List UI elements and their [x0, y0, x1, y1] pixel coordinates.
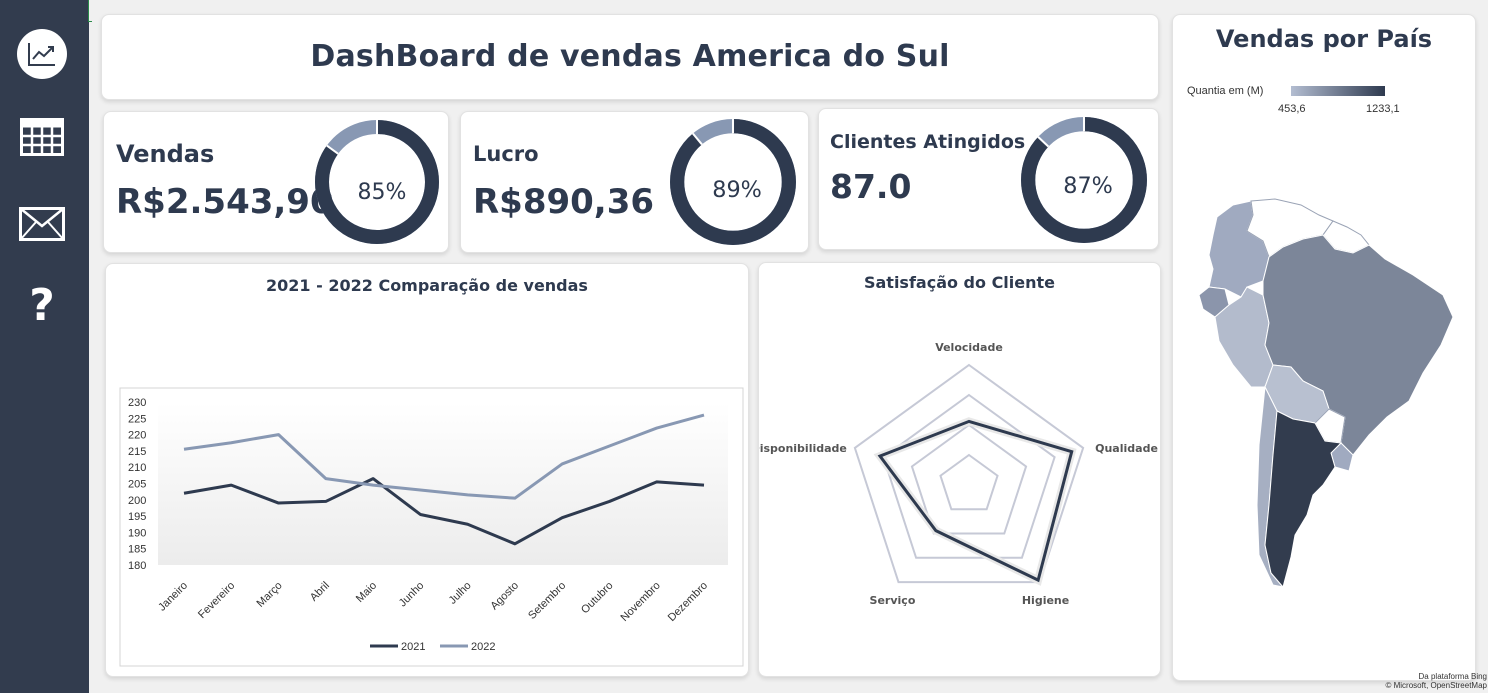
kpi-donut: 89%: [670, 119, 796, 245]
y-tick-label: 185: [128, 544, 146, 556]
radar-axis-label: Higiene: [1022, 594, 1069, 607]
sales-by-country-card: Vendas por País Quantia em (M) 453,6 123…: [1172, 14, 1487, 690]
map-legend-gradient: [1291, 86, 1385, 96]
table-icon: [20, 118, 64, 156]
y-tick-label: 180: [128, 560, 146, 572]
y-tick-label: 215: [128, 446, 146, 458]
map-attribution: Da plataforma Bing © Microsoft, OpenStre…: [1386, 672, 1488, 690]
plot-area: [158, 402, 728, 565]
legend-label: 2022: [471, 641, 495, 653]
y-tick-label: 190: [128, 527, 146, 539]
legend-label: 2021: [401, 641, 425, 653]
radar-axis-label: Serviço: [870, 594, 916, 607]
kpi-card-vendas: Vendas R$2.543,90 85%: [103, 111, 449, 253]
radar-axis-label: Disponibilidade: [759, 442, 847, 455]
y-tick-label: 195: [128, 511, 146, 523]
mail-icon: [19, 207, 65, 241]
map-attribution-line2: © Microsoft, OpenStreetMap: [1385, 681, 1488, 690]
header-card: DashBoard de vendas America do Sul: [101, 14, 1159, 100]
kpi-donut: 87%: [1021, 117, 1147, 243]
kpi-value: 87.0: [830, 167, 912, 206]
map-legend-label: Quantia em (M): [1187, 85, 1264, 97]
sidebar: ?: [0, 0, 92, 693]
y-tick-label: 230: [128, 397, 146, 409]
radar-grid-ring: [939, 453, 999, 511]
y-tick-label: 225: [128, 413, 146, 425]
kpi-percent: 89%: [712, 177, 762, 203]
kpi-label: Clientes Atingidos: [830, 131, 1026, 153]
radar-axis-label: Velocidade: [935, 341, 1003, 354]
cell-selection-marker: [88, 0, 92, 22]
kpi-card-lucro: Lucro R$890,36 89%: [460, 111, 809, 253]
chart-icon: [17, 29, 67, 79]
kpi-percent: 87%: [1063, 173, 1113, 199]
radar-chart: Velocidade Qualidade Higiene Serviço Disponi…: [759, 341, 1158, 607]
south-america-map[interactable]: [1173, 195, 1477, 615]
map-legend-max: 1233,1: [1366, 103, 1400, 115]
y-tick-label: 210: [128, 462, 146, 474]
nav-chart-button[interactable]: [0, 28, 84, 80]
kpi-card-clientes: Clientes Atingidos 87.0 87%: [818, 108, 1159, 250]
help-icon: ?: [29, 279, 55, 331]
map-title: Vendas por País: [1215, 25, 1433, 53]
nav-mail-button[interactable]: [0, 203, 84, 245]
y-tick-label: 220: [128, 430, 146, 442]
kpi-donut: 85%: [315, 120, 439, 244]
radar-axis-label: Qualidade: [1095, 442, 1158, 455]
map-legend-min: 453,6: [1278, 103, 1306, 115]
customer-satisfaction-card: Satisfação do Cliente Velocidade Qualidad…: [758, 262, 1161, 677]
kpi-label: Vendas: [116, 140, 215, 168]
kpi-percent: 85%: [358, 180, 407, 205]
y-tick-label: 205: [128, 479, 146, 491]
sales-comparison-card: 2021 - 2022 Comparação de vendas 180 185 1…: [105, 263, 749, 677]
kpi-value: R$890,36: [473, 182, 655, 222]
nav-help-button[interactable]: ?: [0, 279, 84, 331]
kpi-value: R$2.543,90: [116, 182, 334, 222]
line-chart: 180185190195200205210215220225230Janeiro…: [119, 387, 744, 667]
kpi-label: Lucro: [473, 142, 539, 166]
map-attribution-line1: Da plataforma Bing: [1418, 672, 1487, 681]
nav-table-button[interactable]: [0, 114, 84, 160]
y-tick-label: 200: [128, 495, 146, 507]
page-title: DashBoard de vendas America do Sul: [310, 39, 950, 74]
